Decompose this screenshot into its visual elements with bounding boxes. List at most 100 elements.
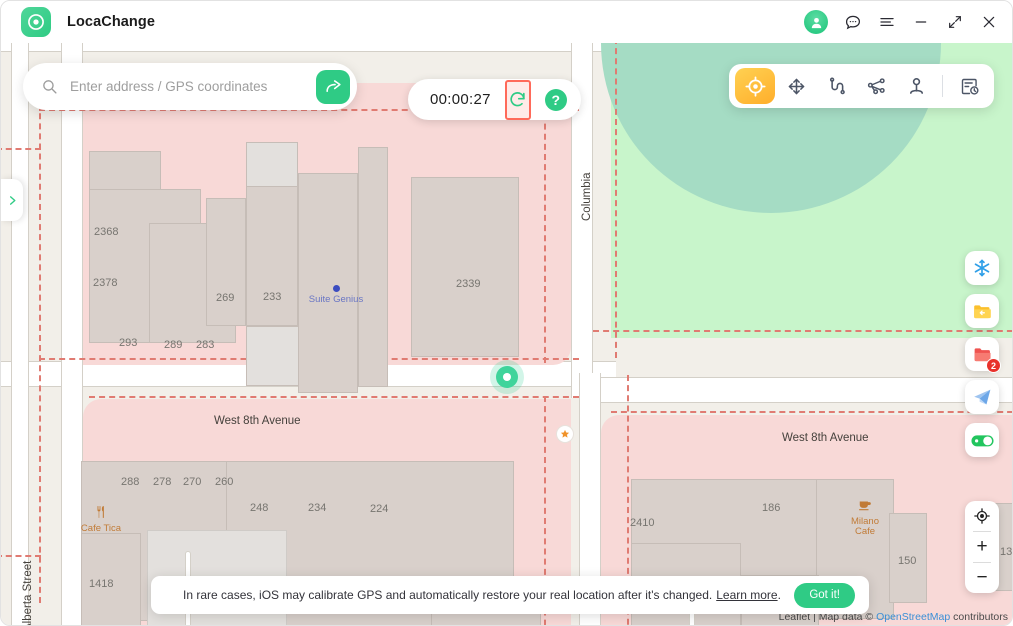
history-records-button[interactable] bbox=[950, 69, 988, 103]
move-arrows-icon bbox=[788, 78, 804, 94]
jump-teleport-mode-button[interactable] bbox=[857, 69, 895, 103]
maximize-icon[interactable] bbox=[946, 13, 964, 31]
boundary-dash-left bbox=[39, 83, 41, 603]
learn-more-link[interactable]: Learn more bbox=[716, 588, 777, 602]
house-number: 150 bbox=[898, 555, 917, 567]
import-gpx-button[interactable] bbox=[965, 294, 999, 328]
building-2339 bbox=[411, 177, 519, 357]
got-it-button[interactable]: Got it! bbox=[794, 582, 855, 608]
toolbar-divider bbox=[942, 75, 943, 97]
collection-badge: 2 bbox=[986, 358, 1001, 373]
send-location-button[interactable] bbox=[965, 380, 999, 414]
street-label-alberta-street: Alberta Street bbox=[22, 560, 34, 626]
star-poi-icon[interactable] bbox=[557, 426, 573, 442]
house-number: 248 bbox=[250, 502, 269, 514]
poi-milano-cafe[interactable]: Milano Cafe bbox=[839, 498, 891, 537]
help-button[interactable]: ? bbox=[544, 88, 567, 111]
share-nodes-icon bbox=[867, 77, 885, 94]
elapsed-timer: 00:00:27 bbox=[430, 91, 491, 108]
left-panel-toggle[interactable] bbox=[1, 179, 23, 221]
two-spot-mode-button[interactable] bbox=[777, 69, 815, 103]
coffee-cup-icon bbox=[859, 501, 871, 511]
locachange-logo-icon bbox=[21, 7, 51, 37]
boundary-dash-nw-right bbox=[544, 83, 546, 363]
house-number: 293 bbox=[119, 337, 138, 349]
multi-spot-mode-button[interactable] bbox=[817, 69, 855, 103]
chat-bubble-icon[interactable] bbox=[844, 13, 862, 31]
house-number: 288 bbox=[121, 476, 140, 488]
search-bar[interactable] bbox=[23, 63, 357, 110]
collection-folder-button[interactable]: 2 bbox=[965, 337, 1001, 373]
locate-me-button[interactable] bbox=[965, 501, 999, 531]
search-input[interactable] bbox=[70, 79, 316, 94]
hamburger-menu-icon[interactable] bbox=[878, 13, 896, 31]
street-label-west-8th-left: West 8th Avenue bbox=[214, 415, 301, 427]
import-folder-icon bbox=[973, 304, 991, 318]
boundary-dash-se-top bbox=[611, 411, 1012, 413]
current-location-marker[interactable] bbox=[490, 360, 524, 394]
chevron-right-icon bbox=[9, 195, 15, 205]
mock-location-toggle[interactable] bbox=[965, 423, 999, 457]
user-avatar-icon[interactable] bbox=[804, 10, 828, 34]
street-label-columbia: Columbia bbox=[581, 172, 593, 221]
app-title: LocaChange bbox=[67, 14, 156, 30]
house-number: 138 bbox=[1000, 546, 1013, 558]
boundary-dash-park-left bbox=[615, 43, 617, 358]
gps-calibration-toast: In rare cases, iOS may calibrate GPS and… bbox=[151, 576, 869, 614]
house-number: 289 bbox=[164, 339, 183, 351]
boundary-dash-far-left2 bbox=[1, 555, 41, 557]
house-number: 233 bbox=[263, 291, 282, 303]
joystick-icon bbox=[909, 77, 923, 94]
boundary-dash-sw-top bbox=[89, 396, 579, 398]
building-269 bbox=[206, 198, 246, 326]
paper-plane-icon bbox=[973, 389, 990, 404]
building-mid-strip bbox=[358, 147, 388, 387]
window-controls bbox=[804, 10, 998, 34]
snowflake-icon bbox=[974, 259, 990, 277]
poi-suite-genius[interactable]: Suite Genius bbox=[304, 285, 368, 305]
refresh-button-highlight[interactable] bbox=[504, 79, 531, 120]
house-number: 2410 bbox=[630, 517, 655, 529]
poi-cafe-tica[interactable]: Cafe Tica bbox=[72, 505, 130, 534]
winding-route-icon bbox=[829, 76, 845, 94]
building-233 bbox=[246, 186, 298, 326]
mode-toolbar bbox=[729, 64, 994, 108]
share-arrow-icon bbox=[325, 80, 341, 93]
search-icon bbox=[41, 78, 58, 95]
teleport-timer-pill: 00:00:27 ? bbox=[408, 79, 581, 120]
building-sw-bottom bbox=[431, 613, 541, 625]
zoom-out-button[interactable]: − bbox=[965, 563, 999, 593]
house-number: 2378 bbox=[93, 277, 118, 289]
house-number: 224 bbox=[370, 503, 389, 515]
house-number: 234 bbox=[308, 502, 327, 514]
boundary-dash-far-left bbox=[1, 148, 41, 150]
location-dot-icon bbox=[503, 373, 511, 381]
attribution-suffix: contributors bbox=[950, 611, 1008, 623]
poi-label: Milano Cafe bbox=[851, 516, 879, 537]
house-number: 186 bbox=[762, 502, 781, 514]
road-alberta-street bbox=[61, 43, 83, 625]
openstreetmap-link[interactable]: OpenStreetMap bbox=[876, 611, 950, 623]
house-number: 283 bbox=[196, 339, 215, 351]
building-suite-genius bbox=[298, 173, 358, 393]
zoom-in-button[interactable]: + bbox=[965, 532, 999, 562]
house-number: 2339 bbox=[456, 278, 481, 290]
minimize-icon[interactable] bbox=[912, 13, 930, 31]
poi-label: Cafe Tica bbox=[80, 523, 122, 534]
cooldown-timer-button[interactable] bbox=[965, 251, 999, 285]
refresh-icon bbox=[510, 92, 525, 107]
boundary-dash-park-bottom bbox=[593, 330, 1012, 332]
close-icon[interactable] bbox=[980, 13, 998, 31]
title-bar: LocaChange bbox=[1, 1, 1012, 43]
search-go-button[interactable] bbox=[316, 69, 350, 104]
teleport-mode-button[interactable] bbox=[735, 68, 775, 104]
map-tools-rail: 2 bbox=[965, 251, 1001, 457]
road-west-8th-right bbox=[601, 377, 1012, 403]
locachange-window: West 8th Avenue West 8th Avenue Alberta … bbox=[0, 0, 1013, 626]
house-number: 2368 bbox=[94, 226, 119, 238]
house-number: 260 bbox=[215, 476, 234, 488]
map-canvas[interactable]: West 8th Avenue West 8th Avenue Alberta … bbox=[1, 43, 1013, 626]
building-grey-lower bbox=[246, 326, 304, 386]
joystick-mode-button[interactable] bbox=[897, 69, 935, 103]
toast-message: In rare cases, iOS may calibrate GPS and… bbox=[183, 588, 713, 602]
